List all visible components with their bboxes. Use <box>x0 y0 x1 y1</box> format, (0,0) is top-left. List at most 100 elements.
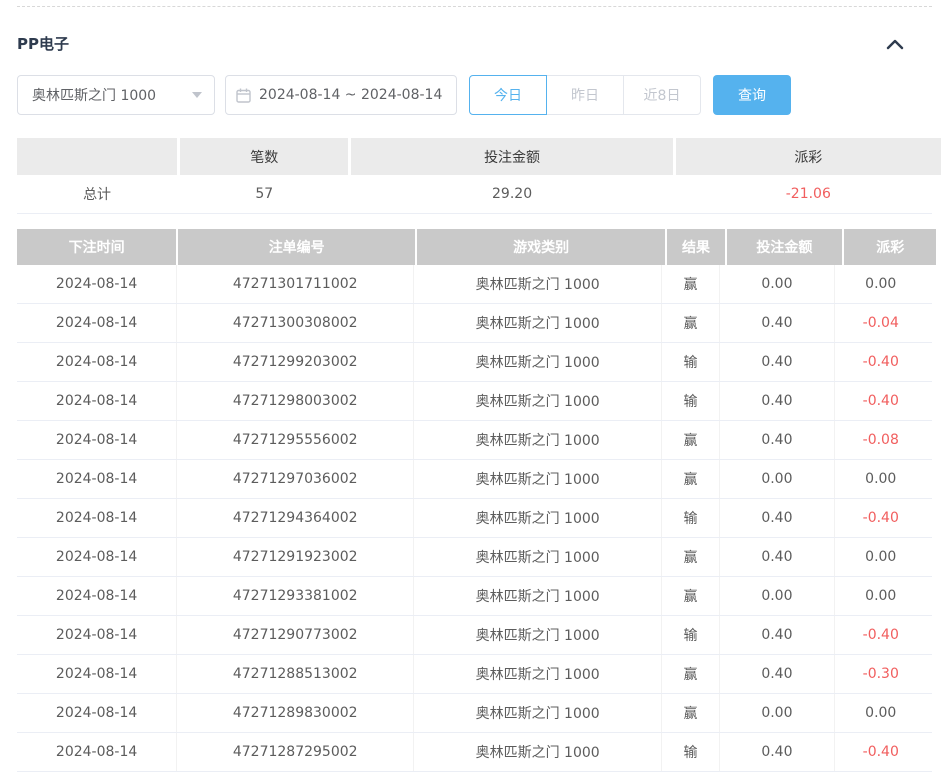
payout-cell: -0.40 <box>834 382 926 420</box>
summary-total-row: 总计5729.20-21.06 <box>17 175 932 214</box>
payout-cell: 0.00 <box>834 577 926 615</box>
bet-amount-cell: 0.00 <box>719 694 834 732</box>
result-cell: 输 <box>661 343 719 381</box>
order-number-cell: 47271293381002 <box>176 577 413 615</box>
bet-time-cell: 2024-08-14 <box>17 265 176 303</box>
result-cell: 输 <box>661 733 719 771</box>
payout-cell: 0.00 <box>834 694 926 732</box>
quick-range-last8days-button[interactable]: 近8日 <box>623 75 701 115</box>
game-type-cell: 奥林匹斯之门 1000 <box>413 655 661 693</box>
summary-header-row: 笔数投注金额派彩 <box>17 138 932 175</box>
payout-cell: -0.40 <box>834 499 926 537</box>
summary-header-cell: 笔数 <box>180 138 348 175</box>
bet-amount-cell: 0.40 <box>719 382 834 420</box>
bet-amount-cell: 0.40 <box>719 304 834 342</box>
game-type-cell: 奥林匹斯之门 1000 <box>413 616 661 654</box>
detail-table-body: 2024-08-1447271301711002奥林匹斯之门 1000赢0.00… <box>17 265 932 772</box>
bet-amount-cell: 0.40 <box>719 421 834 459</box>
detail-header-row: 下注时间注单编号游戏类别结果投注金额派彩 <box>17 229 932 265</box>
section-header: PP电子 <box>17 33 932 54</box>
bet-time-cell: 2024-08-14 <box>17 421 176 459</box>
payout-cell: -0.08 <box>834 421 926 459</box>
date-range-value: 2024-08-14 ~ 2024-08-14 <box>259 87 442 103</box>
game-type-cell: 奥林匹斯之门 1000 <box>413 733 661 771</box>
records-panel: PP电子 奥林匹斯之门 1000 2024-08-14 ~ 2024-08-14… <box>0 6 949 772</box>
result-cell: 赢 <box>661 304 719 342</box>
quick-range-yesterday-button[interactable]: 昨日 <box>546 75 624 115</box>
bet-amount-cell: 0.40 <box>719 343 834 381</box>
bet-time-cell: 2024-08-14 <box>17 616 176 654</box>
table-row: 2024-08-1447271295556002奥林匹斯之门 1000赢0.40… <box>17 421 932 460</box>
game-type-cell: 奥林匹斯之门 1000 <box>413 265 661 303</box>
game-select[interactable]: 奥林匹斯之门 1000 <box>17 75 215 115</box>
table-row: 2024-08-1447271301711002奥林匹斯之门 1000赢0.00… <box>17 265 932 304</box>
bet-time-cell: 2024-08-14 <box>17 460 176 498</box>
order-number-cell: 47271300308002 <box>176 304 413 342</box>
table-row: 2024-08-1447271288513002奥林匹斯之门 1000赢0.40… <box>17 655 932 694</box>
bet-amount-cell: 0.40 <box>719 655 834 693</box>
bet-time-cell: 2024-08-14 <box>17 577 176 615</box>
summary-total-count: 57 <box>180 175 348 213</box>
summary-header-cell: 派彩 <box>676 138 941 175</box>
bet-amount-cell: 0.00 <box>719 577 834 615</box>
payout-cell: -0.30 <box>834 655 926 693</box>
summary-table: 笔数投注金额派彩 总计5729.20-21.06 <box>17 138 932 214</box>
bet-amount-cell: 0.40 <box>719 499 834 537</box>
order-number-cell: 47271290773002 <box>176 616 413 654</box>
summary-total-bet-amount: 29.20 <box>351 175 672 213</box>
table-row: 2024-08-1447271298003002奥林匹斯之门 1000输0.40… <box>17 382 932 421</box>
query-button[interactable]: 查询 <box>713 75 791 115</box>
chevron-down-icon <box>192 92 202 98</box>
summary-total-label: 总计 <box>17 175 177 213</box>
payout-cell: 0.00 <box>834 265 926 303</box>
calendar-icon <box>236 88 251 103</box>
chevron-up-icon <box>886 38 904 50</box>
result-cell: 赢 <box>661 265 719 303</box>
detail-table: 下注时间注单编号游戏类别结果投注金额派彩 2024-08-14472713017… <box>17 229 932 772</box>
game-select-value: 奥林匹斯之门 1000 <box>32 85 156 105</box>
order-number-cell: 47271287295002 <box>176 733 413 771</box>
bet-time-cell: 2024-08-14 <box>17 382 176 420</box>
table-row: 2024-08-1447271299203002奥林匹斯之门 1000输0.40… <box>17 343 932 382</box>
order-number-cell: 47271297036002 <box>176 460 413 498</box>
bet-time-cell: 2024-08-14 <box>17 655 176 693</box>
date-range-input[interactable]: 2024-08-14 ~ 2024-08-14 <box>225 75 457 115</box>
result-cell: 赢 <box>661 460 719 498</box>
top-dashed-divider <box>17 6 932 7</box>
bet-time-cell: 2024-08-14 <box>17 499 176 537</box>
order-number-cell: 47271291923002 <box>176 538 413 576</box>
result-cell: 赢 <box>661 421 719 459</box>
table-row: 2024-08-1447271289830002奥林匹斯之门 1000赢0.00… <box>17 694 932 733</box>
quick-range-today-button[interactable]: 今日 <box>469 75 547 115</box>
detail-header-cell: 游戏类别 <box>417 229 665 265</box>
order-number-cell: 47271295556002 <box>176 421 413 459</box>
detail-header-cell: 结果 <box>667 229 725 265</box>
order-number-cell: 47271299203002 <box>176 343 413 381</box>
bet-amount-cell: 0.40 <box>719 538 834 576</box>
payout-cell: 0.00 <box>834 538 926 576</box>
page-title: PP电子 <box>17 33 69 54</box>
result-cell: 赢 <box>661 577 719 615</box>
game-type-cell: 奥林匹斯之门 1000 <box>413 577 661 615</box>
game-type-cell: 奥林匹斯之门 1000 <box>413 499 661 537</box>
bet-amount-cell: 0.40 <box>719 733 834 771</box>
detail-header-cell: 下注时间 <box>17 229 176 265</box>
summary-total-payout: -21.06 <box>676 175 941 213</box>
quick-range-button-group: 今日 昨日 近8日 <box>469 75 701 115</box>
order-number-cell: 47271288513002 <box>176 655 413 693</box>
result-cell: 赢 <box>661 655 719 693</box>
result-cell: 赢 <box>661 694 719 732</box>
detail-header-cell: 派彩 <box>844 229 936 265</box>
collapse-section-button[interactable] <box>886 38 904 50</box>
bet-amount-cell: 0.00 <box>719 265 834 303</box>
game-type-cell: 奥林匹斯之门 1000 <box>413 421 661 459</box>
bet-amount-cell: 0.00 <box>719 460 834 498</box>
payout-cell: -0.40 <box>834 733 926 771</box>
result-cell: 输 <box>661 499 719 537</box>
bet-time-cell: 2024-08-14 <box>17 733 176 771</box>
detail-header-cell: 投注金额 <box>727 229 842 265</box>
table-row: 2024-08-1447271300308002奥林匹斯之门 1000赢0.40… <box>17 304 932 343</box>
game-type-cell: 奥林匹斯之门 1000 <box>413 382 661 420</box>
bet-time-cell: 2024-08-14 <box>17 538 176 576</box>
result-cell: 输 <box>661 382 719 420</box>
